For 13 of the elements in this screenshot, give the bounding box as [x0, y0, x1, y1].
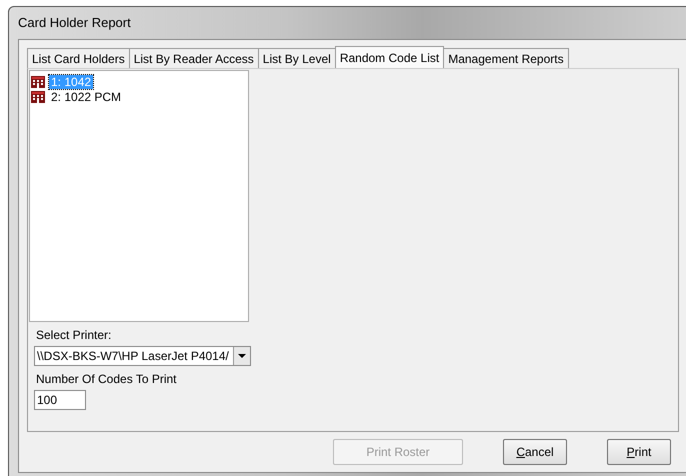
tab[interactable]: Random Code List: [334, 46, 444, 68]
input-field[interactable]: 100: [34, 390, 86, 410]
window-title: Card Holder Report: [18, 14, 132, 32]
dialog-button[interactable]: Cancel: [503, 439, 567, 465]
tab[interactable]: List By Level: [258, 48, 336, 68]
printer-dropdown[interactable]: \\DSX-BKS-W7\HP LaserJet P4014/: [34, 346, 251, 366]
tab[interactable]: List By Reader Access: [128, 48, 259, 68]
field-label: Number Of Codes To Print: [36, 372, 177, 386]
tab[interactable]: Management Reports: [443, 48, 569, 68]
tab[interactable]: List Card Holders: [27, 48, 130, 68]
list-item[interactable]: 2: 1022 PCM: [49, 90, 124, 104]
field-label: Select Printer:: [36, 328, 112, 342]
dialog-button[interactable]: Print: [607, 439, 671, 465]
